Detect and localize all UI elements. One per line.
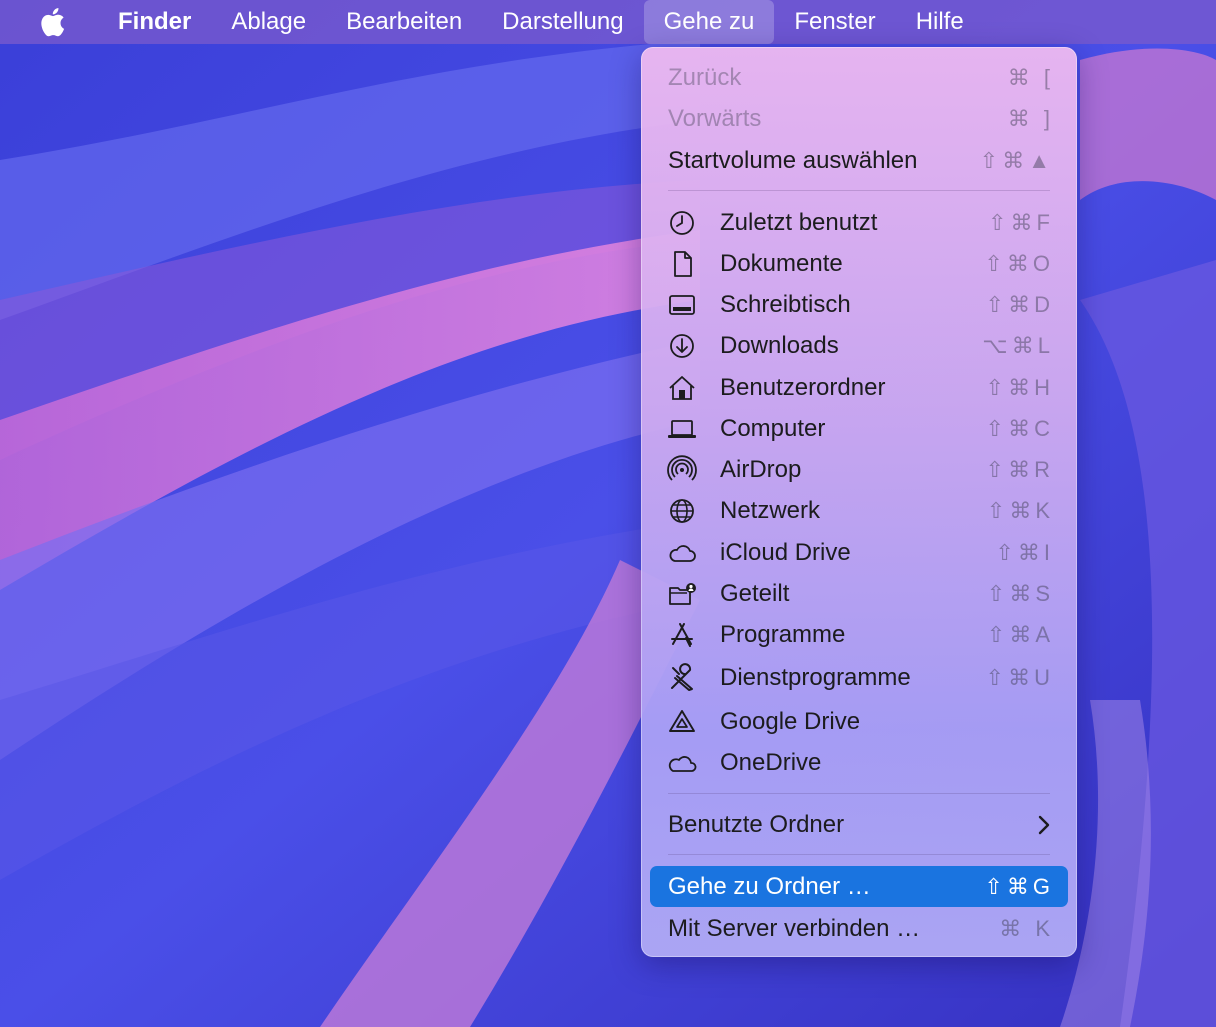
menu-item-label: Netzwerk (720, 496, 821, 524)
menu-item-shortcut: ⇧⌘I (995, 539, 1054, 565)
menu-item-onedrive[interactable]: OneDrive (650, 742, 1068, 783)
menu-item-shortcut: ⌘ K (999, 915, 1054, 941)
menu-item-shortcut: ⇧⌘H (985, 374, 1054, 400)
menu-item-utilities[interactable]: Dienstprogramme ⇧⌘U (650, 657, 1068, 698)
menu-item-shortcut: ⇧⌘R (985, 456, 1054, 482)
menu-item-label: Dokumente (720, 249, 843, 277)
menu-item-shortcut: ⇧⌘A (986, 621, 1054, 647)
menu-item-shortcut: ⌘ [ (1007, 64, 1054, 90)
menu-item-recents[interactable]: Zuletzt benutzt ⇧⌘F (650, 202, 1068, 243)
chevron-right-icon (1038, 815, 1050, 834)
go-menu-dropdown: Zurück ⌘ [ Vorwärts ⌘ ] Startvolume ausw… (641, 47, 1077, 957)
menu-item-forward[interactable]: Vorwärts ⌘ ] (650, 98, 1068, 139)
desktop-icon (662, 290, 702, 320)
home-icon (662, 373, 702, 403)
menu-item-label: Computer (720, 414, 826, 442)
menu-item-back[interactable]: Zurück ⌘ [ (650, 57, 1068, 98)
menu-item-label: Startvolume auswählen (668, 146, 918, 174)
menu-item-label: Google Drive (720, 707, 861, 735)
menubar-fenster[interactable]: Fenster (774, 0, 895, 44)
laptop-icon (662, 414, 702, 444)
menu-item-shortcut: ⇧⌘O (984, 250, 1054, 276)
menu-bar: Finder Ablage Bearbeiten Darstellung Geh… (0, 0, 1216, 44)
menubar-finder[interactable]: Finder (98, 0, 211, 44)
globe-icon (662, 496, 702, 526)
menu-item-shortcut: ⇧⌘K (986, 497, 1054, 523)
document-icon (662, 249, 702, 279)
menu-item-connect-to-server[interactable]: Mit Server verbinden … ⌘ K (650, 908, 1068, 949)
menu-item-label: iCloud Drive (720, 538, 851, 566)
menu-item-shortcut: ⇧⌘C (985, 415, 1054, 441)
menu-item-google-drive[interactable]: Google Drive (650, 701, 1068, 742)
menu-item-shortcut: ⇧⌘U (985, 664, 1054, 690)
menu-item-label: Benutzerordner (720, 373, 886, 401)
menu-item-go-to-folder[interactable]: Gehe zu Ordner … ⇧⌘G (650, 866, 1068, 907)
menu-item-label: Programme (720, 620, 846, 648)
menubar-hilfe[interactable]: Hilfe (896, 0, 984, 44)
menubar-darstellung[interactable]: Darstellung (482, 0, 643, 44)
menu-item-applications[interactable]: Programme ⇧⌘A (650, 614, 1068, 655)
menu-item-label: Mit Server verbinden … (668, 914, 921, 942)
menu-item-computer[interactable]: Computer ⇧⌘C (650, 408, 1068, 449)
menu-separator (668, 190, 1050, 191)
menu-item-airdrop[interactable]: AirDrop ⇧⌘R (650, 449, 1068, 490)
menu-item-shortcut: ⌘ ] (1007, 105, 1054, 131)
tools-icon (662, 662, 702, 693)
menu-item-label: AirDrop (720, 455, 802, 483)
menu-item-label: Zurück (668, 63, 742, 91)
menu-item-label: Benutzte Ordner (668, 810, 845, 838)
menu-item-shortcut: ⇧⌘F (988, 209, 1054, 235)
menu-item-shortcut: ⇧⌘D (985, 291, 1054, 317)
app-store-icon (662, 620, 702, 650)
menu-item-home[interactable]: Benutzerordner ⇧⌘H (650, 367, 1068, 408)
menu-item-label: Schreibtisch (720, 290, 851, 318)
menu-item-label: Downloads (720, 331, 839, 359)
menu-item-shared[interactable]: Geteilt ⇧⌘S (650, 573, 1068, 614)
menu-separator (668, 854, 1050, 855)
menu-item-shortcut: ⇧⌘G (984, 873, 1054, 899)
menu-item-shortcut: ⇧⌘▲ (979, 147, 1054, 173)
menu-item-label: Vorwärts (668, 104, 762, 132)
menu-item-label: Gehe zu Ordner … (668, 872, 871, 900)
menu-item-documents[interactable]: Dokumente ⇧⌘O (650, 243, 1068, 284)
menubar-gehe-zu[interactable]: Gehe zu (643, 0, 775, 44)
menubar-bearbeiten[interactable]: Bearbeiten (326, 0, 482, 44)
download-icon (662, 331, 702, 361)
menu-item-desktop[interactable]: Schreibtisch ⇧⌘D (650, 284, 1068, 325)
menu-item-startup-volume[interactable]: Startvolume auswählen ⇧⌘▲ (650, 140, 1068, 181)
apple-icon[interactable] (34, 7, 70, 37)
menu-item-label: OneDrive (720, 748, 822, 776)
menu-separator (668, 793, 1050, 794)
shared-folder-icon (662, 579, 702, 609)
clock-icon (662, 208, 702, 238)
menu-item-label: Dienstprogramme (720, 663, 911, 691)
onedrive-icon (662, 748, 702, 778)
menu-item-icloud-drive[interactable]: iCloud Drive ⇧⌘I (650, 532, 1068, 573)
cloud-icon (662, 538, 702, 568)
google-drive-icon (662, 707, 702, 737)
menu-item-recent-folders[interactable]: Benutzte Ordner (650, 804, 1068, 845)
airdrop-icon (662, 454, 702, 485)
menu-item-shortcut: ⌥⌘L (982, 332, 1054, 358)
menu-item-shortcut: ⇧⌘S (986, 580, 1054, 606)
menubar-ablage[interactable]: Ablage (211, 0, 326, 44)
menu-item-label: Zuletzt benutzt (720, 208, 878, 236)
menu-item-network[interactable]: Netzwerk ⇧⌘K (650, 490, 1068, 531)
menu-item-label: Geteilt (720, 579, 790, 607)
menu-item-downloads[interactable]: Downloads ⌥⌘L (650, 325, 1068, 366)
